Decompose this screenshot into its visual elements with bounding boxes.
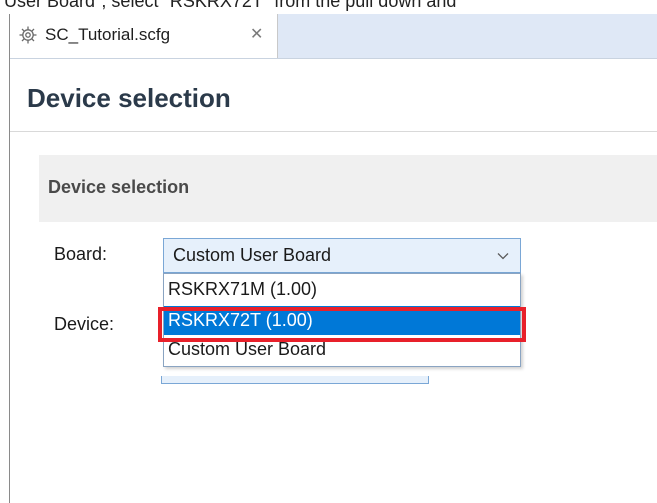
- title-divider: [10, 131, 657, 132]
- board-option-custom-user-board[interactable]: Custom User Board: [164, 335, 520, 364]
- device-field[interactable]: [161, 376, 429, 384]
- board-select[interactable]: Custom User Board: [163, 238, 521, 273]
- board-option-rskrx71m[interactable]: RSKRX71M (1.00): [164, 275, 520, 304]
- board-dropdown-list: RSKRX71M (1.00) RSKRX72T (1.00) Custom U…: [163, 273, 521, 367]
- device-label: Device:: [54, 314, 115, 334]
- board-option-rskrx72t[interactable]: RSKRX72T (1.00): [164, 306, 520, 335]
- close-icon[interactable]: ✕: [250, 24, 263, 44]
- tab-sc-tutorial[interactable]: SC_Tutorial.scfg ✕: [10, 14, 278, 58]
- caption-text: User Board", select "RSKRX72T" from the …: [4, 0, 457, 11]
- section-header[interactable]: Device selection: [39, 155, 657, 222]
- section-title: Device selection: [48, 177, 190, 197]
- chevron-down-icon: [497, 253, 509, 260]
- page-title: Device selection: [27, 83, 231, 113]
- caption-strip: User Board", select "RSKRX72T" from the …: [0, 0, 657, 14]
- editor-frame: SC_Tutorial.scfg ✕ Device selection Devi…: [9, 14, 657, 503]
- tab-title: SC_Tutorial.scfg: [45, 25, 171, 44]
- editor-tab-bar: SC_Tutorial.scfg ✕: [10, 14, 657, 59]
- board-label: Board:: [54, 244, 108, 264]
- gear-icon: [19, 26, 37, 44]
- board-select-value: Custom User Board: [173, 245, 332, 265]
